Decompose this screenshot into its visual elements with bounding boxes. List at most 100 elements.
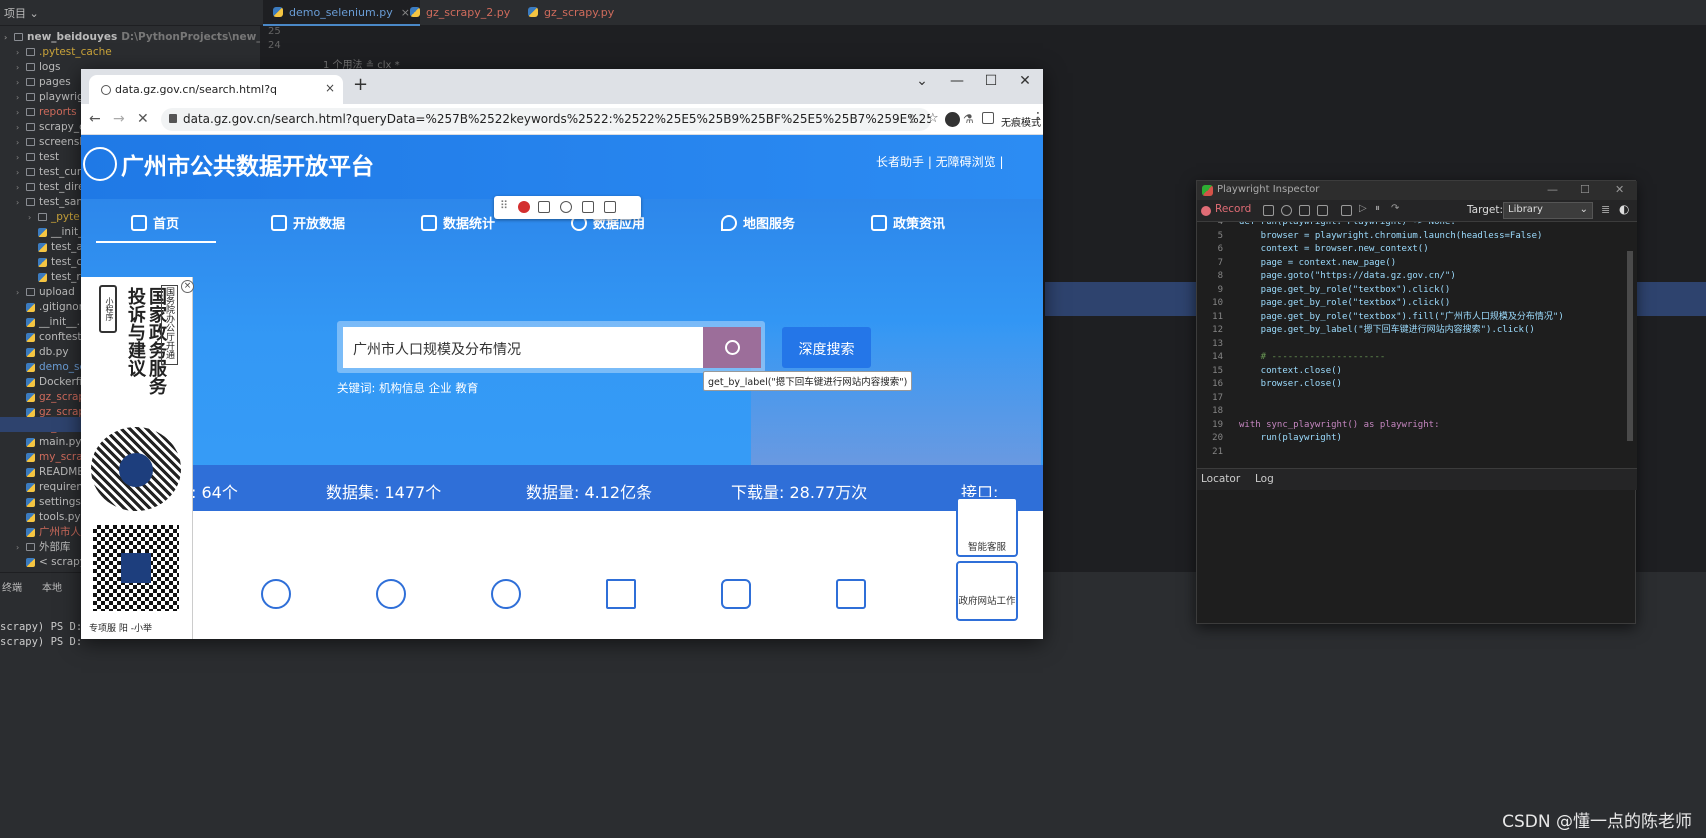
star-of-david-icon[interactable] bbox=[491, 579, 521, 609]
share-icon[interactable]: ⇪ bbox=[907, 112, 917, 126]
chevron-icon[interactable]: › bbox=[28, 210, 38, 225]
chevron-icon[interactable]: › bbox=[16, 45, 26, 60]
terminal-tab-local[interactable]: 本地 bbox=[42, 579, 62, 594]
tree-item[interactable]: test_r bbox=[28, 270, 81, 285]
resume-icon[interactable]: ▷ bbox=[1359, 203, 1370, 214]
forward-arrow-icon[interactable]: → bbox=[113, 111, 125, 127]
back-arrow-icon[interactable]: ← bbox=[89, 111, 101, 127]
tree-item[interactable]: conftest bbox=[16, 330, 82, 345]
maximize-button[interactable]: ☐ bbox=[976, 73, 1006, 89]
tree-item[interactable]: › pages bbox=[16, 75, 71, 90]
incognito-badge[interactable] bbox=[963, 109, 991, 130]
chevron-icon[interactable]: › bbox=[16, 285, 26, 300]
tree-item[interactable]: main.py bbox=[16, 435, 81, 450]
tree-item[interactable]: 广州市人 bbox=[16, 525, 81, 540]
tree-item[interactable]: test_a bbox=[28, 240, 83, 255]
close-window-button[interactable]: ✕ bbox=[1615, 183, 1624, 196]
code-scrollbar[interactable] bbox=[1627, 251, 1633, 441]
tree-item[interactable]: › _pyte bbox=[28, 210, 80, 225]
pick-locator-icon[interactable] bbox=[538, 201, 550, 213]
target-select[interactable]: Library ⌄ bbox=[1503, 202, 1593, 219]
close-icon[interactable]: × bbox=[181, 280, 194, 293]
nav-open-data[interactable]: 开放数据 bbox=[271, 213, 345, 232]
nav-home[interactable]: 首页 bbox=[131, 213, 179, 232]
nav-policy[interactable]: 政策资讯 bbox=[871, 213, 945, 232]
book-icon[interactable] bbox=[836, 579, 866, 609]
maximize-button[interactable]: ☐ bbox=[1580, 183, 1590, 196]
assert-text-icon[interactable] bbox=[1299, 205, 1310, 216]
tree-item[interactable]: __init__.p bbox=[16, 315, 87, 330]
chevron-icon[interactable]: › bbox=[16, 60, 26, 75]
terminal-tab[interactable]: 终端 bbox=[2, 579, 22, 594]
tree-item[interactable]: › upload bbox=[16, 285, 75, 300]
tree-item[interactable]: .gitignore bbox=[16, 300, 89, 315]
accessibility-links[interactable]: 长者助手 | 无障碍浏览 | bbox=[876, 153, 1004, 170]
site-title[interactable]: 广州市公共数据开放平台 bbox=[121, 147, 374, 181]
editor-tab-gz-scrapy-2[interactable]: gz_scrapy_2.py bbox=[400, 0, 520, 26]
deep-search-button[interactable]: 深度搜索 bbox=[782, 327, 871, 368]
step-over-icon[interactable]: ↷ bbox=[1391, 203, 1402, 214]
chevron-icon[interactable]: › bbox=[16, 180, 26, 195]
person-icon[interactable] bbox=[261, 579, 291, 609]
record-icon[interactable] bbox=[518, 201, 530, 213]
new-tab-button[interactable]: + bbox=[353, 74, 368, 95]
tree-item[interactable]: › logs bbox=[16, 60, 60, 75]
eye-icon[interactable] bbox=[1281, 205, 1292, 216]
tab-search-icon[interactable]: ⌄ bbox=[907, 73, 937, 89]
chevron-icon[interactable]: › bbox=[16, 75, 26, 90]
smart-service-button[interactable]: 智能客服 bbox=[956, 497, 1018, 557]
close-window-button[interactable]: ✕ bbox=[1010, 73, 1040, 89]
chevron-icon[interactable]: › bbox=[16, 165, 26, 180]
address-bar[interactable]: data.gz.gov.cn/search.html?queryData=%25… bbox=[161, 108, 931, 131]
project-panel-title[interactable]: 项目 ⌄ bbox=[4, 5, 39, 21]
chevron-icon[interactable]: › bbox=[16, 150, 26, 165]
tree-item[interactable]: settings bbox=[16, 495, 81, 510]
editor-tab-demo-selenium[interactable]: demo_selenium.py × bbox=[263, 0, 420, 26]
generated-code-panel[interactable]: 4 def run(playwright: Playwright) -> None… bbox=[1197, 222, 1637, 468]
theme-toggle-icon[interactable]: ◐ bbox=[1619, 202, 1629, 216]
tree-item[interactable]: › test_sam bbox=[16, 195, 87, 210]
tab-log[interactable]: Log bbox=[1255, 473, 1274, 485]
tab-locator[interactable]: Locator bbox=[1201, 473, 1240, 485]
tree-item[interactable]: __init__ bbox=[28, 225, 89, 240]
tree-item[interactable]: test_cc bbox=[28, 255, 88, 270]
chevron-icon[interactable]: › bbox=[4, 30, 14, 45]
pause-icon[interactable]: ⏸ bbox=[1375, 203, 1386, 214]
minimize-button[interactable]: — bbox=[942, 73, 972, 89]
award-icon[interactable] bbox=[376, 579, 406, 609]
chevron-icon[interactable]: › bbox=[16, 195, 26, 210]
tree-item[interactable]: › screensh bbox=[16, 135, 86, 150]
tree-item[interactable]: › test_dire bbox=[16, 180, 85, 195]
menu-icon[interactable]: ⋮ bbox=[1031, 110, 1045, 126]
tree-item[interactable]: › reports bbox=[16, 105, 77, 120]
tree-item[interactable]: requirem bbox=[16, 480, 87, 495]
tree-item[interactable]: › .pytest_cache bbox=[16, 45, 112, 60]
tree-item[interactable]: < scrapy bbox=[16, 555, 86, 570]
site-logo-icon[interactable] bbox=[83, 147, 117, 181]
assert-text-icon[interactable] bbox=[582, 201, 594, 213]
nav-map[interactable]: 地图服务 bbox=[721, 213, 795, 232]
assert-value-icon[interactable] bbox=[1317, 205, 1328, 216]
bus-icon[interactable] bbox=[721, 579, 751, 609]
assert-value-icon[interactable] bbox=[604, 201, 616, 213]
editor-tab-gz-scrapy[interactable]: gz_scrapy.py bbox=[518, 0, 624, 26]
star-icon[interactable]: ☆ bbox=[927, 111, 939, 126]
tree-item[interactable]: my_scrap bbox=[16, 450, 89, 465]
list-icon[interactable]: ≣ bbox=[1601, 203, 1610, 216]
chevron-icon[interactable]: › bbox=[16, 135, 26, 150]
tree-item[interactable]: gz_scrap bbox=[16, 390, 85, 405]
stop-loading-icon[interactable]: ✕ bbox=[137, 111, 149, 127]
close-tab-icon[interactable]: × bbox=[325, 81, 335, 95]
tree-item[interactable]: › test_curr bbox=[16, 165, 85, 180]
tree-item[interactable]: › 外部库 bbox=[16, 540, 71, 555]
tree-item[interactable]: demo_se bbox=[16, 360, 86, 375]
copy-icon[interactable] bbox=[1341, 205, 1352, 216]
minimize-button[interactable]: — bbox=[1547, 183, 1558, 196]
assert-visibility-icon[interactable] bbox=[560, 201, 572, 213]
tree-item[interactable]: README bbox=[16, 465, 84, 480]
building-icon[interactable] bbox=[606, 579, 636, 609]
tree-item[interactable]: db.py bbox=[16, 345, 69, 360]
tree-item[interactable]: › playwrigt bbox=[16, 90, 88, 105]
tree-item[interactable]: › scrapy_d bbox=[16, 120, 86, 135]
drag-handle-icon[interactable]: ⠿ bbox=[500, 199, 508, 212]
